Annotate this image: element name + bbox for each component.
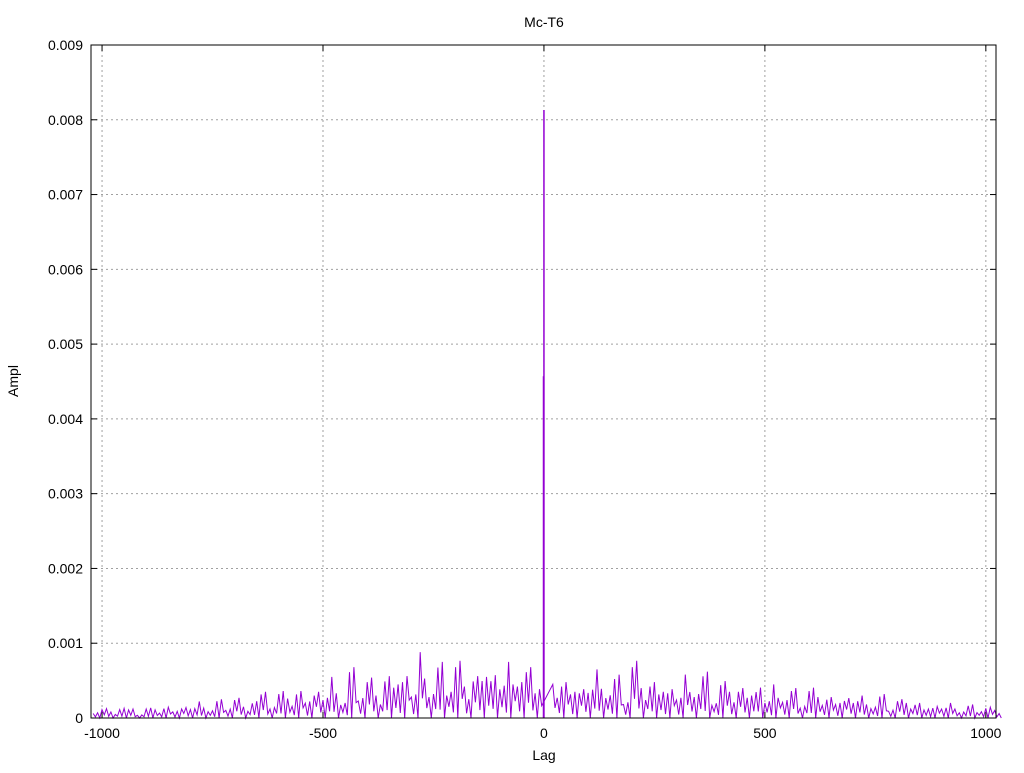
chart-container: Mc-T6 Lag Ampl -1000 -500 0 500 1000 0 0.001 0.… — [0, 0, 1024, 768]
x-tick-label: -500 — [309, 725, 337, 741]
chart-svg: Mc-T6 Lag Ampl -1000 -500 0 500 1000 0 0.001 0.… — [5, 14, 1002, 763]
series-line — [92, 652, 1002, 720]
y-tick-label: 0.008 — [48, 112, 83, 128]
y-tick-label: 0.006 — [48, 261, 83, 277]
y-tick-label: 0.009 — [48, 37, 83, 53]
y-axis-label: Ampl — [5, 365, 21, 397]
x-tick-label: 0 — [540, 725, 548, 741]
chart-title: Mc-T6 — [524, 14, 564, 30]
y-tick-label: 0.007 — [48, 187, 83, 203]
y-tick-label: 0 — [75, 710, 83, 726]
x-axis-label: Lag — [532, 747, 555, 763]
y-tick-label: 0.003 — [48, 486, 83, 502]
y-tick-label: 0.004 — [48, 411, 83, 427]
x-tick-label: 500 — [753, 725, 777, 741]
x-tick-label: 1000 — [970, 725, 1001, 741]
y-tick-label: 0.005 — [48, 336, 83, 352]
x-tick-label: -1000 — [84, 725, 120, 741]
y-tick-label: 0.002 — [48, 560, 83, 576]
y-tick-label: 0.001 — [48, 635, 83, 651]
